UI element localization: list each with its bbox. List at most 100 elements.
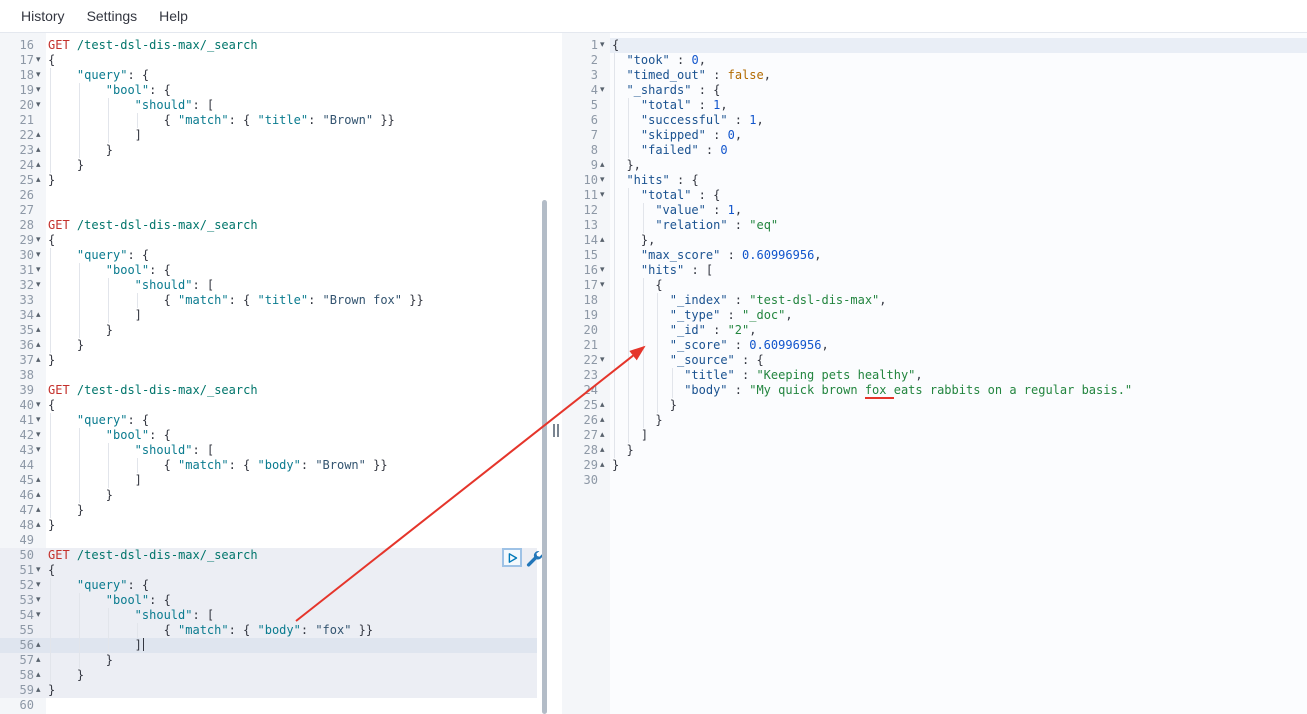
fold-toggle-icon[interactable]: ▴ bbox=[34, 143, 46, 158]
code-line[interactable]: 15"max_score" : 0.60996956, bbox=[562, 248, 1307, 263]
request-editor-panel[interactable]: 16GET /test-dsl-dis-max/_search17▾{18▾"q… bbox=[0, 33, 537, 714]
fold-toggle-icon[interactable]: ▾ bbox=[34, 608, 46, 623]
fold-toggle-icon[interactable]: ▴ bbox=[34, 683, 46, 698]
code-line[interactable]: 21"_score" : 0.60996956, bbox=[562, 338, 1307, 353]
code-line[interactable]: 24▴} bbox=[0, 158, 537, 173]
fold-toggle-icon[interactable]: ▾ bbox=[34, 428, 46, 443]
fold-toggle-icon[interactable]: ▾ bbox=[34, 53, 46, 68]
fold-toggle-icon[interactable]: ▴ bbox=[34, 518, 46, 533]
code-line[interactable]: 51▾{ bbox=[0, 563, 537, 578]
code-line[interactable]: 27 bbox=[0, 203, 537, 218]
code-line[interactable]: 23▴} bbox=[0, 143, 537, 158]
code-line[interactable]: 54▾"should": [ bbox=[0, 608, 537, 623]
code-line[interactable]: 1▾{ bbox=[562, 38, 1307, 53]
fold-toggle-icon[interactable]: ▾ bbox=[34, 443, 46, 458]
fold-toggle-icon[interactable]: ▾ bbox=[34, 413, 46, 428]
code-line[interactable]: 29▾{ bbox=[0, 233, 537, 248]
code-line[interactable]: 14▴}, bbox=[562, 233, 1307, 248]
fold-toggle-icon[interactable]: ▾ bbox=[34, 278, 46, 293]
fold-toggle-icon[interactable]: ▴ bbox=[598, 158, 610, 173]
fold-toggle-icon[interactable]: ▴ bbox=[598, 233, 610, 248]
code-line[interactable]: 37▴} bbox=[0, 353, 537, 368]
code-line[interactable]: 46▴} bbox=[0, 488, 537, 503]
code-line[interactable]: 19"_type" : "_doc", bbox=[562, 308, 1307, 323]
code-line[interactable]: 31▾"bool": { bbox=[0, 263, 537, 278]
code-line[interactable]: 4▾"_shards" : { bbox=[562, 83, 1307, 98]
code-line[interactable]: 27▴] bbox=[562, 428, 1307, 443]
code-line[interactable]: 20"_id" : "2", bbox=[562, 323, 1307, 338]
code-line[interactable]: 60 bbox=[0, 698, 537, 713]
code-line[interactable]: 52▾"query": { bbox=[0, 578, 537, 593]
fold-toggle-icon[interactable]: ▾ bbox=[598, 353, 610, 368]
fold-toggle-icon[interactable]: ▾ bbox=[598, 173, 610, 188]
code-line[interactable]: 6"successful" : 1, bbox=[562, 113, 1307, 128]
fold-toggle-icon[interactable]: ▾ bbox=[34, 233, 46, 248]
send-request-button[interactable] bbox=[502, 548, 522, 567]
code-line[interactable]: 2"took" : 0, bbox=[562, 53, 1307, 68]
code-line[interactable]: 55{ "match": { "body": "fox" }} bbox=[0, 623, 537, 638]
response-panel[interactable]: 1▾{2"took" : 0,3"timed_out" : false,4▾"_… bbox=[562, 33, 1307, 714]
code-line[interactable]: 57▴} bbox=[0, 653, 537, 668]
code-line[interactable]: 28▴} bbox=[562, 443, 1307, 458]
fold-toggle-icon[interactable]: ▾ bbox=[598, 263, 610, 278]
code-line[interactable]: 10▾"hits" : { bbox=[562, 173, 1307, 188]
fold-toggle-icon[interactable]: ▴ bbox=[598, 458, 610, 473]
code-line[interactable]: 7"skipped" : 0, bbox=[562, 128, 1307, 143]
fold-toggle-icon[interactable]: ▾ bbox=[34, 68, 46, 83]
fold-toggle-icon[interactable]: ▴ bbox=[34, 308, 46, 323]
fold-toggle-icon[interactable]: ▾ bbox=[598, 188, 610, 203]
code-line[interactable]: 24"body" : "My quick brown fox eats rabb… bbox=[562, 383, 1307, 398]
editor-scrollbar-thumb[interactable] bbox=[542, 200, 547, 714]
fold-toggle-icon[interactable]: ▴ bbox=[34, 473, 46, 488]
panel-resize-handle[interactable] bbox=[551, 424, 561, 437]
code-line[interactable]: 21{ "match": { "title": "Brown" }} bbox=[0, 113, 537, 128]
code-line[interactable]: 36▴} bbox=[0, 338, 537, 353]
fold-toggle-icon[interactable]: ▾ bbox=[34, 248, 46, 263]
fold-toggle-icon[interactable]: ▾ bbox=[34, 578, 46, 593]
fold-toggle-icon[interactable]: ▴ bbox=[598, 443, 610, 458]
code-line[interactable]: 41▾"query": { bbox=[0, 413, 537, 428]
fold-toggle-icon[interactable]: ▾ bbox=[598, 38, 610, 53]
fold-toggle-icon[interactable]: ▴ bbox=[34, 638, 46, 653]
fold-toggle-icon[interactable]: ▴ bbox=[34, 653, 46, 668]
code-line[interactable]: 53▾"bool": { bbox=[0, 593, 537, 608]
fold-toggle-icon[interactable]: ▾ bbox=[598, 278, 610, 293]
code-line[interactable]: 48▴} bbox=[0, 518, 537, 533]
code-line[interactable]: 23"title" : "Keeping pets healthy", bbox=[562, 368, 1307, 383]
fold-toggle-icon[interactable]: ▴ bbox=[34, 668, 46, 683]
fold-toggle-icon[interactable]: ▴ bbox=[34, 353, 46, 368]
fold-toggle-icon[interactable]: ▾ bbox=[34, 83, 46, 98]
code-line[interactable]: 39GET /test-dsl-dis-max/_search bbox=[0, 383, 537, 398]
fold-toggle-icon[interactable]: ▴ bbox=[598, 413, 610, 428]
fold-toggle-icon[interactable]: ▾ bbox=[34, 263, 46, 278]
code-line[interactable]: 20▾"should": [ bbox=[0, 98, 537, 113]
code-line[interactable]: 59▴} bbox=[0, 683, 537, 698]
code-line[interactable]: 47▴} bbox=[0, 503, 537, 518]
fold-toggle-icon[interactable]: ▴ bbox=[34, 503, 46, 518]
fold-toggle-icon[interactable]: ▾ bbox=[598, 83, 610, 98]
fold-toggle-icon[interactable]: ▴ bbox=[34, 323, 46, 338]
code-line[interactable]: 25▴} bbox=[0, 173, 537, 188]
code-line[interactable]: 26 bbox=[0, 188, 537, 203]
code-line[interactable]: 18"_index" : "test-dsl-dis-max", bbox=[562, 293, 1307, 308]
fold-toggle-icon[interactable]: ▴ bbox=[34, 173, 46, 188]
code-line[interactable]: 3"timed_out" : false, bbox=[562, 68, 1307, 83]
code-line[interactable]: 26▴} bbox=[562, 413, 1307, 428]
menu-item-settings[interactable]: Settings bbox=[76, 8, 149, 24]
code-line[interactable]: 18▾"query": { bbox=[0, 68, 537, 83]
code-line[interactable]: 33{ "match": { "title": "Brown fox" }} bbox=[0, 293, 537, 308]
code-line[interactable]: 28GET /test-dsl-dis-max/_search bbox=[0, 218, 537, 233]
code-line[interactable]: 44{ "match": { "body": "Brown" }} bbox=[0, 458, 537, 473]
code-line[interactable]: 38 bbox=[0, 368, 537, 383]
fold-toggle-icon[interactable]: ▴ bbox=[34, 158, 46, 173]
code-line[interactable]: 9▴}, bbox=[562, 158, 1307, 173]
fold-toggle-icon[interactable]: ▾ bbox=[34, 98, 46, 113]
code-line[interactable]: 34▴] bbox=[0, 308, 537, 323]
code-line[interactable]: 13"relation" : "eq" bbox=[562, 218, 1307, 233]
code-line[interactable]: 40▾{ bbox=[0, 398, 537, 413]
code-line[interactable]: 50GET /test-dsl-dis-max/_search bbox=[0, 548, 537, 563]
code-line[interactable]: 25▴} bbox=[562, 398, 1307, 413]
code-line[interactable]: 16GET /test-dsl-dis-max/_search bbox=[0, 38, 537, 53]
code-line[interactable]: 56▴] bbox=[0, 638, 537, 653]
code-line[interactable]: 19▾"bool": { bbox=[0, 83, 537, 98]
